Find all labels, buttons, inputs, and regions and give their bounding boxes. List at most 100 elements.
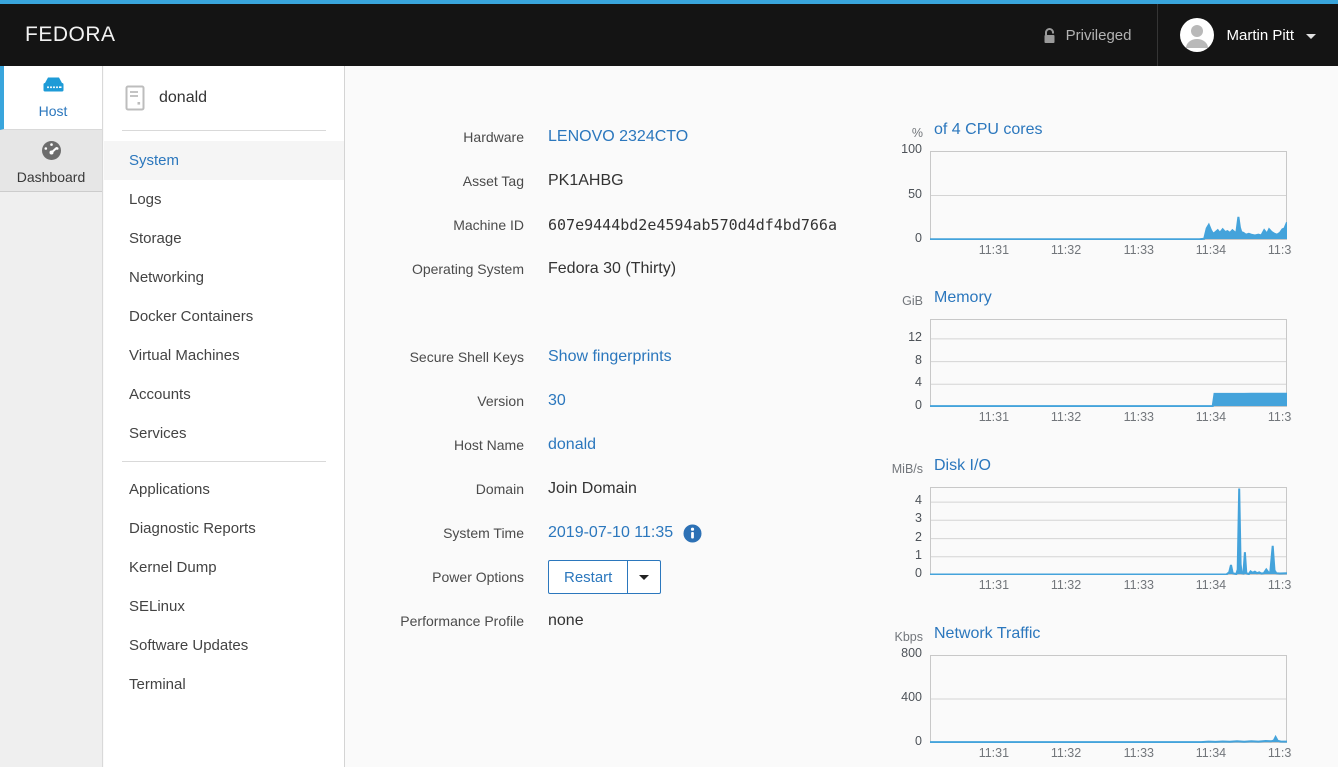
sidebar-item-selinux[interactable]: SELinux <box>104 587 344 626</box>
y-tick-label: 0 <box>862 398 922 412</box>
x-tick-label: 11:31 <box>976 578 1012 592</box>
gauge-icon <box>40 139 63 162</box>
caret-down-icon <box>639 575 649 580</box>
sidebar-item-terminal[interactable]: Terminal <box>104 665 344 704</box>
machine-id-value: 607e9444bd2e4594ab570d4df4bd766a <box>548 216 837 234</box>
sidebar-item-diagnostic-reports[interactable]: Diagnostic Reports <box>104 509 344 548</box>
privileged-indicator[interactable]: Privileged <box>1016 4 1158 66</box>
x-tick-label: 11:31 <box>976 243 1012 257</box>
network-traffic-chart-xaxis: 11:3111:3211:3311:3411:35 <box>930 746 1292 764</box>
join-domain-button[interactable]: Join Domain <box>548 480 637 498</box>
x-tick-label: 11:33 <box>1121 243 1157 257</box>
y-tick-label: 0 <box>862 566 922 580</box>
y-tick-label: 12 <box>862 330 922 344</box>
version-label: Version <box>345 393 524 409</box>
server-outline-icon <box>125 85 145 111</box>
y-tick-label: 4 <box>862 493 922 507</box>
restart-button[interactable]: Restart <box>548 560 628 594</box>
secure-shell-keys-label: Secure Shell Keys <box>345 349 524 365</box>
x-tick-label: 11:31 <box>976 746 1012 760</box>
operating-system-value: Fedora 30 (Thirty) <box>548 260 676 278</box>
sidebar-item-networking[interactable]: Networking <box>104 258 344 297</box>
x-tick-label: 11:32 <box>1048 410 1084 424</box>
show-fingerprints-link[interactable]: Show fingerprints <box>548 348 672 366</box>
memory-chart-title-link[interactable]: Memory <box>934 289 992 307</box>
sidebar-host-header: donald <box>122 66 326 131</box>
power-options-split-button: Restart <box>548 560 661 594</box>
sidebar-item-docker-containers[interactable]: Docker Containers <box>104 297 344 336</box>
memory-chart-unit: GiB <box>850 294 923 308</box>
rail-item-host[interactable]: Host <box>0 66 102 130</box>
operating-system-label: Operating System <box>345 261 524 277</box>
caret-down-icon <box>1306 34 1316 39</box>
rail-item-dashboard[interactable]: Dashboard <box>0 130 102 192</box>
system-info-form: Hardware LENOVO 2324CTO Asset Tag PK1AHB… <box>345 115 905 643</box>
hardware-label: Hardware <box>345 129 524 145</box>
x-tick-label: 11:34 <box>1193 243 1229 257</box>
y-tick-label: 0 <box>862 734 922 748</box>
disk-io-chart-unit: MiB/s <box>850 462 923 476</box>
y-tick-label: 2 <box>862 530 922 544</box>
sidebar-item-kernel-dump[interactable]: Kernel Dump <box>104 548 344 587</box>
sidebar-item-storage[interactable]: Storage <box>104 219 344 258</box>
sidebar-item-applications[interactable]: Applications <box>104 470 344 509</box>
sidebar-item-virtual-machines[interactable]: Virtual Machines <box>104 336 344 375</box>
system-time-link[interactable]: 2019-07-10 11:35 <box>548 524 673 542</box>
sidebar-item-system[interactable]: System <box>104 141 344 180</box>
sidebar: donald System Logs Storage Networking Do… <box>104 66 345 767</box>
sidebar-item-logs[interactable]: Logs <box>104 180 344 219</box>
cpu-chart: % of 4 CPU cores 11:3111:3211:3311:3411:… <box>850 121 1300 266</box>
sidebar-item-software-updates[interactable]: Software Updates <box>104 626 344 665</box>
sidebar-item-accounts[interactable]: Accounts <box>104 375 344 414</box>
host-name-label: Host Name <box>345 437 524 453</box>
cpu-chart-title-link[interactable]: of 4 CPU cores <box>934 121 1042 139</box>
x-tick-label: 11:32 <box>1048 578 1084 592</box>
disk-io-chart: MiB/s Disk I/O 11:3111:3211:3311:3411:35… <box>850 457 1300 602</box>
x-tick-label: 11:35 <box>1265 243 1292 257</box>
y-tick-label: 800 <box>862 646 922 660</box>
x-tick-label: 11:32 <box>1048 746 1084 760</box>
x-tick-label: 11:33 <box>1121 746 1157 760</box>
cpu-chart-xaxis: 11:31 11:32 11:33 11:34 11:35 <box>930 243 1292 261</box>
hardware-link[interactable]: LENOVO 2324CTO <box>548 128 688 146</box>
brand-logo: FEDORA <box>25 23 116 47</box>
x-tick-label: 11:32 <box>1048 243 1084 257</box>
restart-dropdown-toggle[interactable] <box>628 560 661 594</box>
main-content: Hardware LENOVO 2324CTO Asset Tag PK1AHB… <box>345 66 1338 767</box>
user-menu[interactable]: Martin Pitt <box>1158 4 1338 66</box>
cpu-chart-plot <box>930 151 1287 240</box>
y-tick-label: 0 <box>862 231 922 245</box>
asset-tag-value: PK1AHBG <box>548 172 624 190</box>
performance-profile-label: Performance Profile <box>345 613 524 629</box>
rail-host-label: Host <box>4 103 102 119</box>
memory-chart: GiB Memory 11:31 11:32 11:33 11:34 11:35 12 8… <box>850 289 1300 434</box>
network-traffic-chart-plot <box>930 655 1287 743</box>
lock-open-icon <box>1042 27 1057 44</box>
version-link[interactable]: 30 <box>548 392 566 410</box>
y-tick-label: 8 <box>862 353 922 367</box>
info-circle-icon[interactable] <box>683 524 702 543</box>
y-tick-label: 50 <box>862 187 922 201</box>
memory-chart-plot <box>930 319 1287 407</box>
memory-chart-xaxis: 11:31 11:32 11:33 11:34 11:35 <box>930 410 1292 428</box>
x-tick-label: 11:35 <box>1265 578 1292 592</box>
disk-io-chart-title-link[interactable]: Disk I/O <box>934 457 991 475</box>
sidebar-menu: System Logs Storage Networking Docker Co… <box>104 141 344 453</box>
machine-id-label: Machine ID <box>345 217 524 233</box>
x-tick-label: 11:31 <box>976 410 1012 424</box>
sidebar-menu-secondary: Applications Diagnostic Reports Kernel D… <box>104 470 344 704</box>
x-tick-label: 11:34 <box>1193 410 1229 424</box>
y-tick-label: 400 <box>862 690 922 704</box>
server-icon <box>40 75 67 96</box>
x-tick-label: 11:33 <box>1121 410 1157 424</box>
x-tick-label: 11:35 <box>1265 410 1292 424</box>
network-traffic-chart: Kbps Network Traffic 11:3111:3211:3311:3… <box>850 625 1300 767</box>
host-name-link[interactable]: donald <box>548 436 596 454</box>
sidebar-item-services[interactable]: Services <box>104 414 344 453</box>
system-time-label: System Time <box>345 525 524 541</box>
performance-profile-value: none <box>548 612 584 630</box>
x-tick-label: 11:35 <box>1265 746 1292 760</box>
network-traffic-chart-title-link[interactable]: Network Traffic <box>934 625 1040 643</box>
domain-label: Domain <box>345 481 524 497</box>
asset-tag-label: Asset Tag <box>345 173 524 189</box>
